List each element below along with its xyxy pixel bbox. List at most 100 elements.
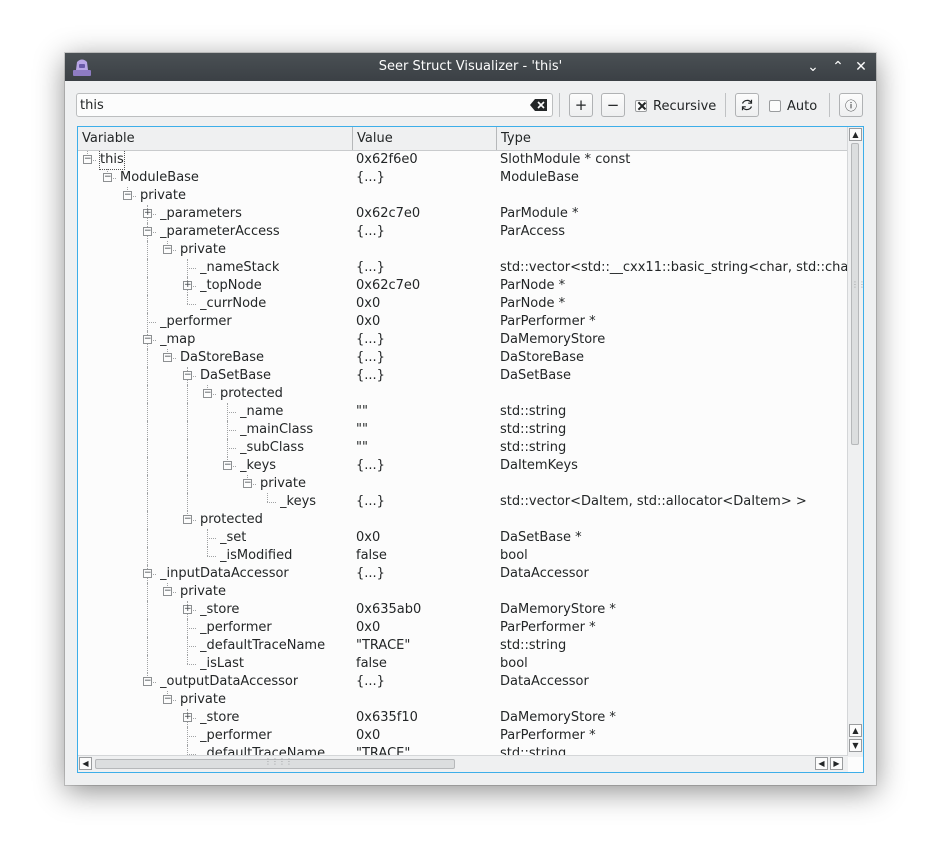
clear-text-icon[interactable] [530, 98, 548, 112]
close-icon[interactable]: ✕ [851, 57, 871, 77]
expand-icon[interactable]: + [143, 209, 152, 218]
collapse-icon[interactable]: − [183, 371, 192, 380]
tree-row[interactable]: − _inputDataAccessor {...} DataAccessor [78, 565, 848, 583]
tree-row[interactable]: − DaSetBase {...} DaSetBase [78, 367, 848, 385]
tree-row[interactable]: − private [78, 691, 848, 709]
recursive-checkbox[interactable]: Recursive [635, 99, 716, 114]
scroll-left-icon[interactable]: ◀ [79, 757, 92, 770]
variable-type: ParNode * [500, 278, 566, 293]
variable-value: 0x0 [356, 296, 381, 311]
variable-type: std::vector<std::__cxx11::basic_string<c… [500, 260, 848, 275]
scroll-up-icon[interactable]: ▲ [849, 128, 862, 141]
variable-value [356, 583, 496, 601]
vertical-scroll-thumb[interactable] [851, 143, 859, 445]
tree-row[interactable]: − ModuleBase {...} ModuleBase [78, 169, 848, 187]
tree-row[interactable]: _name "" std::string [78, 403, 848, 421]
tree-row[interactable]: − private [78, 187, 848, 205]
maximize-icon[interactable]: ⌃ [828, 57, 848, 77]
tree-row[interactable]: _defaultTraceName "TRACE" std::string [78, 637, 848, 655]
collapse-icon[interactable]: − [163, 353, 172, 362]
column-header-variable[interactable]: Variable [78, 127, 353, 150]
collapse-icon[interactable]: − [163, 245, 172, 254]
scroll-down-icon[interactable]: ▼ [849, 739, 862, 752]
tree-row[interactable]: _currNode 0x0 ParNode * [78, 295, 848, 313]
column-header-type[interactable]: Type [497, 127, 848, 150]
variable-name: _keys [240, 458, 277, 473]
auto-check-box[interactable] [769, 100, 781, 112]
tree-guide-line [147, 493, 148, 511]
horizontal-scrollbar[interactable]: ◀ ⋮⋮⋮⋮ ◀ ▶ [78, 755, 848, 772]
titlebar[interactable]: Seer Struct Visualizer - 'this' ⌄ ⌃ ✕ [65, 53, 876, 81]
tree-row[interactable]: _performer 0x0 ParPerformer * [78, 727, 848, 745]
tree-row[interactable]: _performer 0x0 ParPerformer * [78, 313, 848, 331]
struct-tree-view[interactable]: Variable Value Type − this 0x62f6e0 SlothMo… [77, 126, 864, 773]
tree-row[interactable]: + _topNode 0x62c7e0 ParNode * [78, 277, 848, 295]
tree-row[interactable]: − private [78, 475, 848, 493]
collapse-icon[interactable]: − [83, 155, 92, 164]
collapse-icon[interactable]: − [243, 479, 252, 488]
add-expression-button[interactable]: + [569, 93, 593, 117]
collapse-icon[interactable]: − [163, 587, 172, 596]
tree-row[interactable]: + _store 0x635f10 DaMemoryStore * [78, 709, 848, 727]
tree-row[interactable]: − private [78, 583, 848, 601]
tree-row[interactable]: − _keys {...} DaItemKeys [78, 457, 848, 475]
expand-icon[interactable]: + [183, 281, 192, 290]
info-button[interactable]: ⓘ [839, 93, 863, 117]
collapse-icon[interactable]: − [143, 677, 152, 686]
vertical-scrollbar[interactable]: ▲ ⋮⋮ ▲ ▼ [847, 127, 863, 757]
tree-guide-line [147, 547, 148, 565]
tree-row[interactable]: _mainClass "" std::string [78, 421, 848, 439]
tree-row[interactable]: − _map {...} DaMemoryStore [78, 331, 848, 349]
variable-type [500, 583, 848, 601]
tree-row[interactable]: _subClass "" std::string [78, 439, 848, 457]
tree-row[interactable]: − private [78, 241, 848, 259]
refresh-button[interactable] [735, 93, 759, 117]
tree-guide-line [147, 637, 148, 655]
minimize-icon[interactable]: ⌄ [803, 57, 823, 77]
scroll-right-icon[interactable]: ▶ [830, 757, 843, 770]
variable-name: ModuleBase [120, 170, 199, 185]
collapse-icon[interactable]: − [103, 173, 112, 182]
toolbar-separator [559, 93, 560, 117]
tree-row[interactable]: − protected [78, 385, 848, 403]
collapse-icon[interactable]: − [183, 515, 192, 524]
collapse-icon[interactable]: − [163, 695, 172, 704]
tree-guide-line [187, 493, 188, 511]
tree-row[interactable]: _isModified false bool [78, 547, 848, 565]
expand-icon[interactable]: + [183, 713, 192, 722]
collapse-icon[interactable]: − [143, 227, 152, 236]
tree-guide-line [147, 421, 148, 439]
column-header-value[interactable]: Value [353, 127, 497, 150]
tree-guide-line [147, 529, 148, 547]
tree-row[interactable]: _set 0x0 DaSetBase * [78, 529, 848, 547]
tree-row[interactable]: − this 0x62f6e0 SlothModule * const [78, 151, 848, 170]
tree-row[interactable]: _keys {...} std::vector<DaItem, std::alloc… [78, 493, 848, 511]
auto-checkbox[interactable]: Auto [769, 99, 817, 114]
expression-field[interactable] [76, 93, 553, 117]
scroll-left-icon[interactable]: ◀ [815, 757, 828, 770]
tree-row[interactable]: _isLast false bool [78, 655, 848, 673]
tree-row[interactable]: _performer 0x0 ParPerformer * [78, 619, 848, 637]
tree-row[interactable]: _defaultTraceName "TRACE" std::string [78, 745, 848, 755]
tree-row[interactable]: − _outputDataAccessor {...} DataAccessor [78, 673, 848, 691]
collapse-icon[interactable]: − [143, 569, 152, 578]
tree-row[interactable]: − DaStoreBase {...} DaStoreBase [78, 349, 848, 367]
tree-guide-line [267, 493, 268, 502]
tree-row[interactable]: _nameStack {...} std::vector<std::__cxx11:… [78, 259, 848, 277]
tree-row[interactable]: − _parameterAccess {...} ParAccess [78, 223, 848, 241]
collapse-icon[interactable]: − [203, 389, 212, 398]
collapse-icon[interactable]: − [123, 191, 132, 200]
collapse-icon[interactable]: − [223, 461, 232, 470]
tree-row[interactable]: − protected [78, 511, 848, 529]
tree-guide-line [187, 385, 188, 403]
tree-row[interactable]: + _store 0x635ab0 DaMemoryStore * [78, 601, 848, 619]
recursive-check-box[interactable] [635, 100, 647, 112]
tree-branch-line [227, 448, 236, 449]
expression-input[interactable] [80, 97, 520, 114]
variable-type: std::string [500, 440, 567, 455]
collapse-icon[interactable]: − [143, 335, 152, 344]
remove-expression-button[interactable]: − [601, 93, 625, 117]
expand-icon[interactable]: + [183, 605, 192, 614]
tree-row[interactable]: + _parameters 0x62c7e0 ParModule * [78, 205, 848, 223]
scroll-up-icon[interactable]: ▲ [849, 724, 862, 737]
